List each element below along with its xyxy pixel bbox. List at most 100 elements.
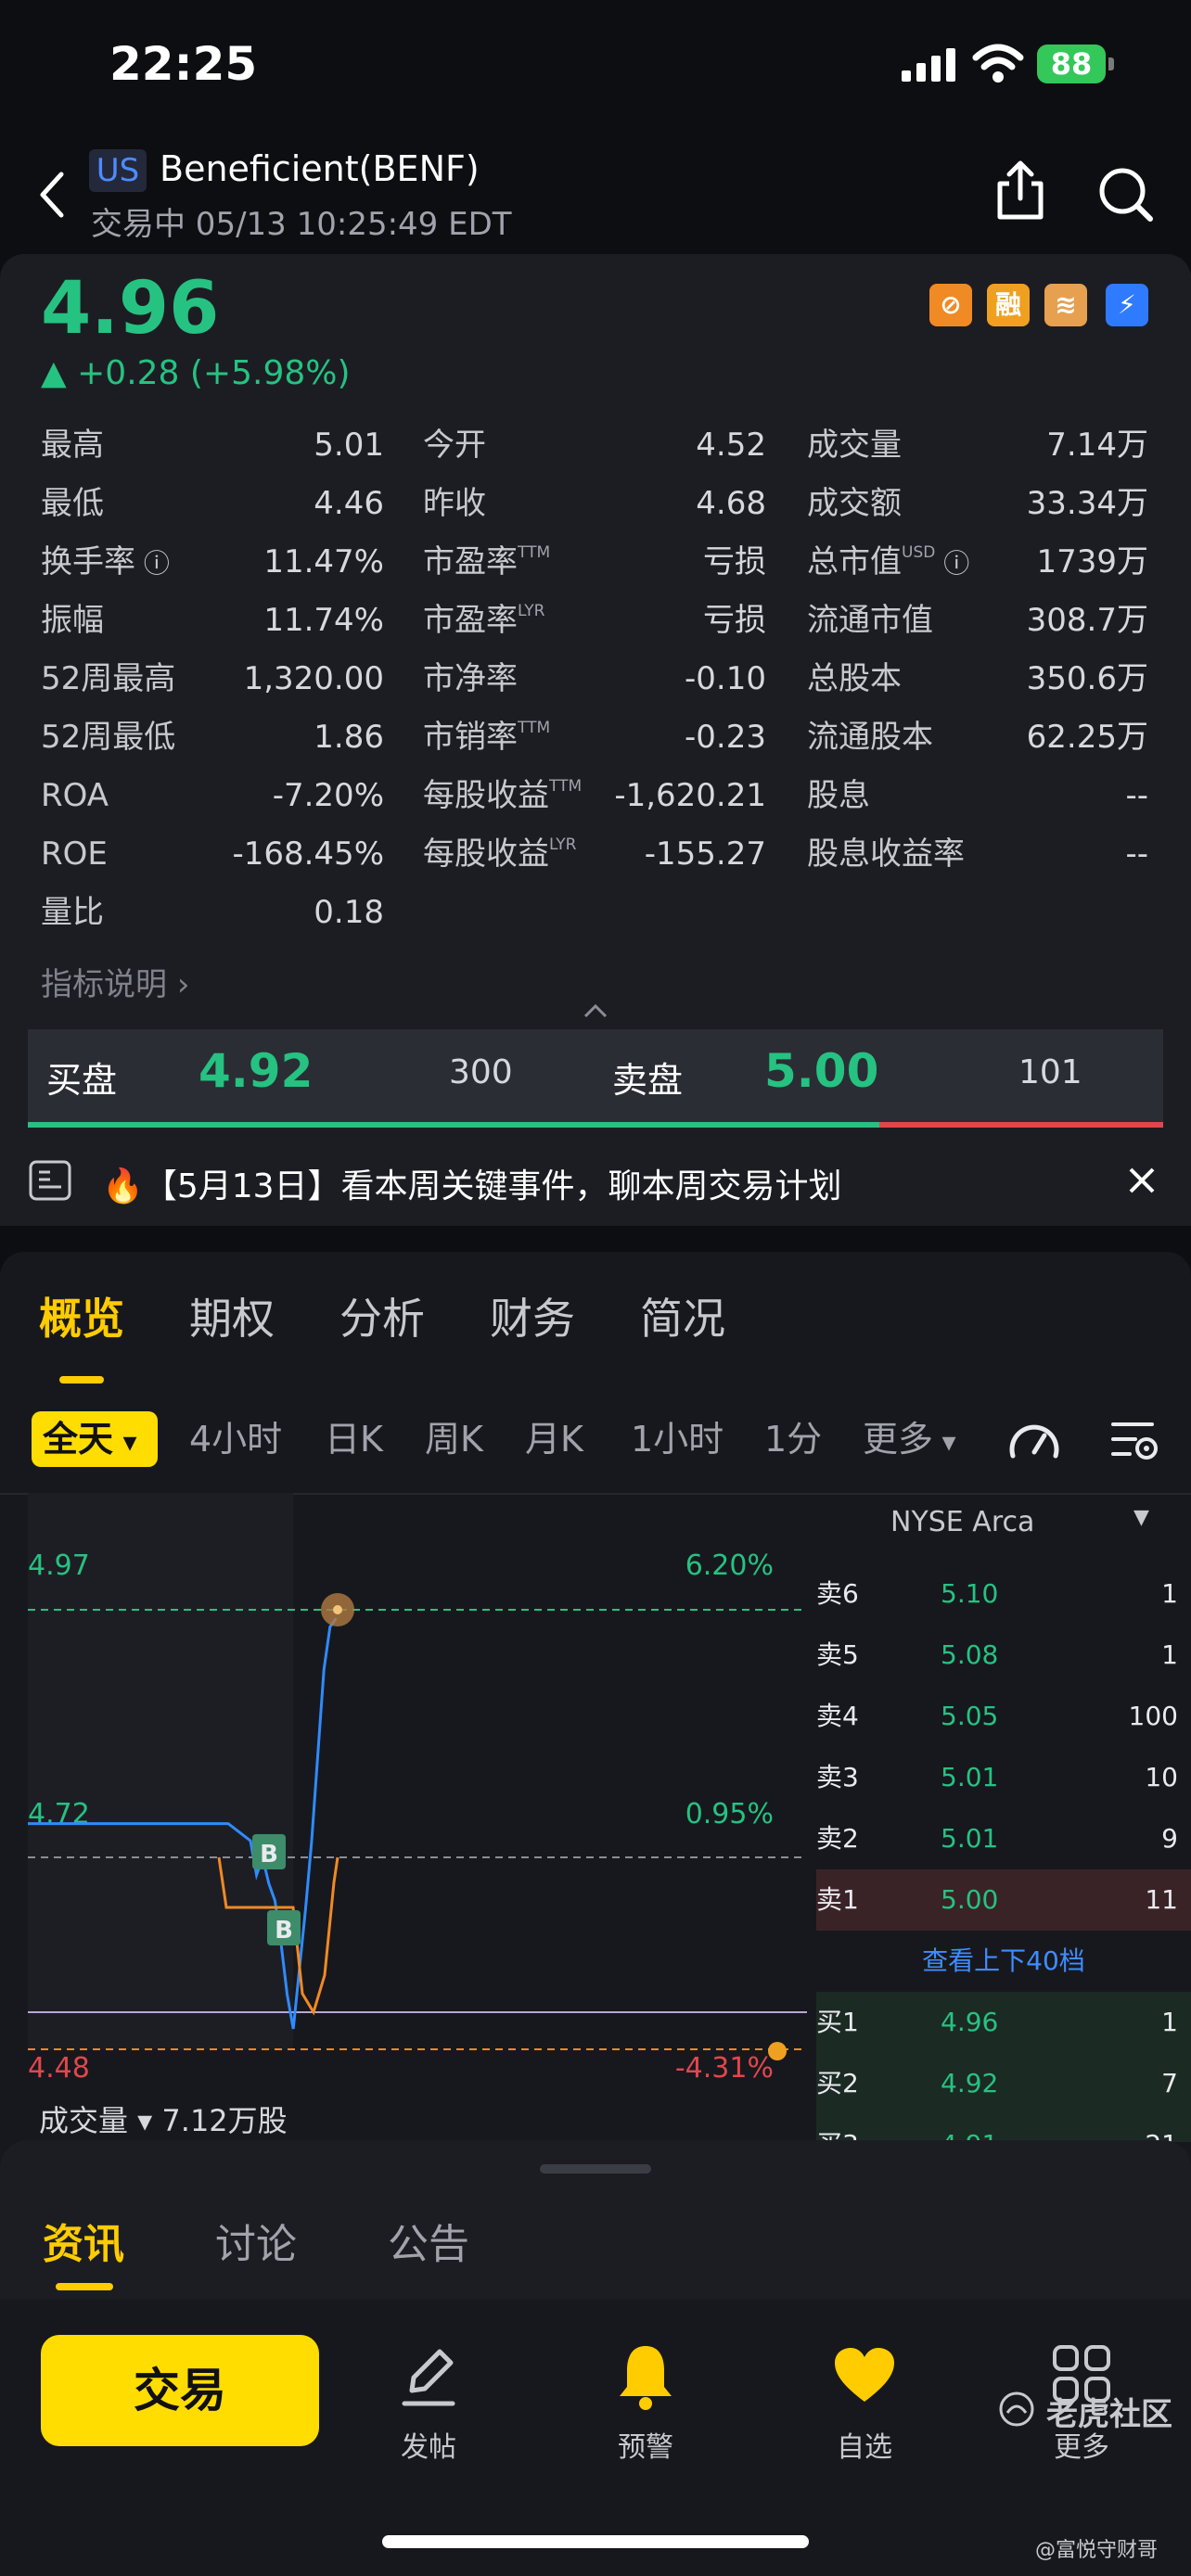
order-size: 21 (1048, 2114, 1178, 2142)
order-book-row[interactable]: 买3 4.91 21 (816, 2114, 1191, 2142)
order-book-row[interactable]: 买2 4.92 7 (816, 2053, 1191, 2114)
order-book-row[interactable]: 买1 4.96 1 (816, 1992, 1191, 2053)
period-tab-4[interactable]: 月K (525, 1411, 583, 1467)
options-stack-icon[interactable]: ≋ (1044, 284, 1087, 326)
period-tab-3[interactable]: 周K (425, 1411, 483, 1467)
news-banner[interactable]: 🔥【5月13日】看本周关键事件，聊本周交易计划 (0, 1133, 1191, 1226)
home-indicator (382, 2535, 809, 2548)
trade-button[interactable]: 交易 (41, 2335, 319, 2446)
margin-icon[interactable]: 融 (987, 284, 1030, 326)
stat-value: 33.34万 (1026, 485, 1148, 522)
period-tab-0[interactable]: 全天 ▾ (32, 1411, 158, 1467)
order-size: 1 (1161, 2007, 1178, 2037)
trading-status: 交易中 05/13 10:25:49 EDT (91, 206, 512, 243)
news-icon (29, 1160, 71, 1201)
sheet-grabber[interactable] (540, 2164, 651, 2174)
order-price: 5.08 (941, 1639, 999, 1670)
stock-title: Beneficient(BENF) (160, 148, 480, 189)
pencil-icon (402, 2349, 455, 2406)
tab-2[interactable]: 分析 (339, 1285, 425, 1346)
period-tab-7[interactable]: 更多 ▾ (863, 1411, 956, 1467)
stat-label-text: 今开 (423, 427, 486, 464)
tiger-logo-icon (999, 2391, 1034, 2427)
stat-value: 1,320.00 (243, 660, 384, 697)
bottom-tab-indicator (56, 2283, 113, 2290)
order-book-row[interactable]: 卖1 5.00 11 (816, 1869, 1191, 1931)
order-label: 买3 (816, 2114, 859, 2142)
tab-1[interactable]: 期权 (189, 1285, 275, 1346)
period-tab-label: 1小时 (631, 1419, 724, 1460)
close-icon[interactable] (1128, 1167, 1156, 1194)
stat-value: -0.23 (685, 719, 766, 756)
order-size: 1 (1161, 1639, 1178, 1670)
nav-alert-label: 预警 (618, 2431, 673, 2464)
stat-label: 总股本 (807, 651, 902, 707)
low-marker-dot (768, 2042, 787, 2060)
stat-label-text: 市盈率 (423, 543, 518, 580)
bottom-tab-2[interactable]: 公告 (388, 2211, 469, 2270)
stat-label-text: 总市值 (807, 543, 902, 580)
order-price: 4.91 (941, 2114, 998, 2142)
nav-post[interactable]: 发帖 (373, 2337, 484, 2464)
period-tab-5[interactable]: 1小时 (631, 1411, 724, 1467)
order-price: 4.92 (941, 2068, 999, 2098)
order-book-row[interactable]: 卖6 5.10 1 (816, 1563, 1191, 1625)
order-book-row[interactable]: 卖5 5.08 1 (816, 1625, 1191, 1686)
tab-4[interactable]: 简况 (640, 1285, 725, 1346)
period-tab-1[interactable]: 4小时 (189, 1411, 282, 1467)
order-label: 卖3 (816, 1762, 859, 1792)
last-price: 4.96 (41, 267, 220, 351)
bid-price: 4.92 (198, 1044, 314, 1098)
order-size: 10 (1145, 1762, 1178, 1792)
stat-label-text: 换手率 (41, 543, 135, 580)
period-tab-6[interactable]: 1分 (764, 1411, 822, 1467)
share-icon[interactable] (992, 158, 1048, 223)
period-tab-label: 全天 (43, 1419, 114, 1460)
stat-value: 1739万 (1036, 543, 1148, 580)
order-label: 卖1 (816, 1884, 859, 1915)
status-time: 22:25 (109, 37, 258, 91)
order-label: 买2 (816, 2068, 859, 2098)
watermark-brand: 老虎社区 (1046, 2396, 1172, 2433)
stat-label-text: 量比 (41, 894, 104, 931)
stat-value: 62.25万 (1026, 719, 1148, 756)
chart-settings-icon[interactable] (1109, 1417, 1161, 1463)
tab-0[interactable]: 概览 (39, 1285, 124, 1346)
bottom-tab-0[interactable]: 资讯 (43, 2211, 124, 2270)
bid-size: 300 (449, 1053, 513, 1091)
indicator-explanation-link[interactable]: 指标说明 › (41, 959, 189, 1004)
intraday-chart[interactable]: 4.97 6.20% 4.72 0.95% 4.48 -4.31% B B 成交量 ▾ 7.12… (0, 1493, 816, 2170)
stat-value: -0.10 (685, 660, 766, 697)
stat-value: 11.74% (263, 602, 384, 639)
stat-label-text: ROA (41, 777, 109, 814)
no-short-icon[interactable]: ⊘ (929, 284, 972, 326)
stat-label: 成交量 (807, 417, 902, 473)
order-book-row[interactable]: 卖2 5.01 9 (816, 1808, 1191, 1869)
tab-3[interactable]: 财务 (490, 1285, 575, 1346)
ask-price: 5.00 (764, 1044, 879, 1098)
active-tab-indicator (59, 1376, 104, 1384)
order-price: 4.96 (941, 2007, 999, 2037)
stat-value: 亏损 (703, 602, 766, 639)
back-arrow-icon[interactable] (33, 167, 70, 223)
bottom-tab-1[interactable]: 讨论 (215, 2211, 297, 2270)
chevron-up-icon[interactable] (583, 1001, 608, 1020)
bid-ask-bar[interactable]: 买盘 4.92 300 卖盘 5.00 101 (28, 1029, 1163, 1122)
view-more-levels-link[interactable]: 查看上下40档 (816, 1931, 1191, 1992)
period-tab-2[interactable]: 日K (325, 1411, 383, 1467)
gauge-icon[interactable] (1007, 1415, 1061, 1463)
period-tab-label: 周K (425, 1419, 483, 1460)
lightning-icon[interactable]: ⚡ (1106, 284, 1148, 326)
nav-watchlist[interactable]: 自选 (809, 2337, 920, 2464)
exchange-selector[interactable]: NYSE Arca ▼ (890, 1506, 1187, 1552)
order-size: 9 (1161, 1823, 1178, 1854)
search-icon[interactable] (1095, 163, 1156, 224)
stats-row: 52周最高 1,320.00 市净率 -0.10 总股本 350.6万 (0, 651, 1191, 707)
nav-alert[interactable]: 预警 (590, 2337, 701, 2464)
order-book-row[interactable]: 卖4 5.05 100 (816, 1686, 1191, 1747)
order-book-row[interactable]: 卖3 5.01 10 (816, 1747, 1191, 1808)
bell-icon (620, 2346, 672, 2410)
price-axis-label: 4.97 (28, 1549, 90, 1582)
order-book: NYSE Arca ▼ 卖6 5.10 1 卖5 5.08 1 卖4 5.05 100 卖3 5.0… (816, 1493, 1191, 2142)
ask-size: 101 (1018, 1053, 1082, 1091)
